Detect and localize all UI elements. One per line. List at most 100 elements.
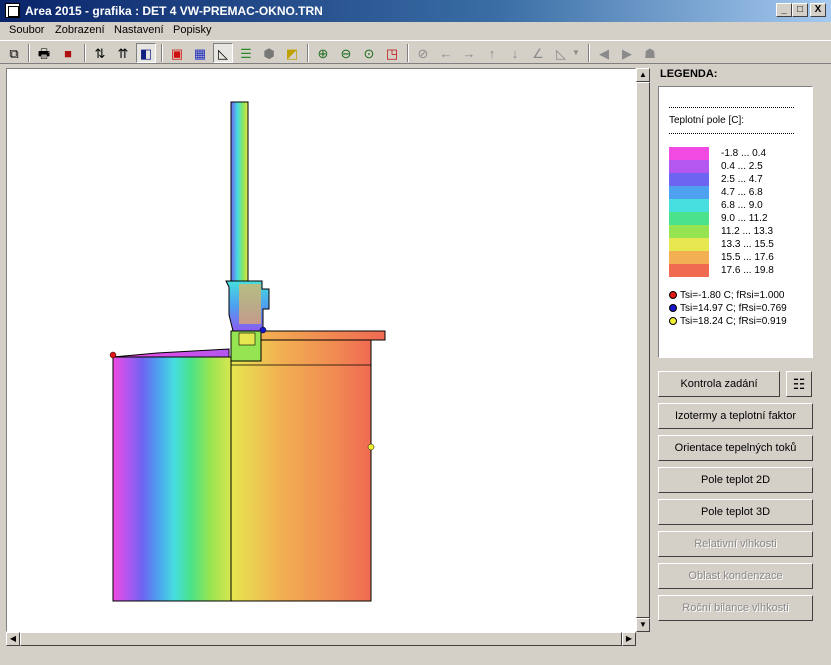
legend-divider <box>669 107 794 108</box>
frame-warm-zone <box>239 284 261 324</box>
minimize-button[interactable]: _ <box>776 3 792 17</box>
horizontal-scrollbar[interactable]: ◀ ▶ <box>6 632 636 646</box>
toolbar-separator <box>28 44 30 62</box>
glazing-pane <box>230 101 249 290</box>
legend-ranges: -1.8 ... 0.4 0.4 ... 2.5 2.5 ... 4.7 4.7… <box>721 147 811 277</box>
double-arrows-icon[interactable]: ⇈ <box>113 43 133 63</box>
dimension-icon[interactable]: ▣ <box>167 43 187 63</box>
triangle-tool-icon[interactable]: ◺ <box>213 43 233 63</box>
vertical-scrollbar[interactable]: ▲ ▼ <box>636 68 650 632</box>
point-text: Tsi=-1.80 C; fRsi=1.000 <box>680 290 785 301</box>
arrow-left-icon[interactable]: ← <box>436 43 456 63</box>
angle-tool-icon[interactable]: ◺ <box>551 43 571 63</box>
range-label: 11.2 ... 13.3 <box>721 226 774 237</box>
angle-icon[interactable]: ∠ <box>528 43 548 63</box>
orientace-toku-button[interactable]: Orientace tepelných toků <box>658 435 813 461</box>
range-label: 9.0 ... 11.2 <box>721 213 768 224</box>
list-settings-icon[interactable]: ☷ <box>786 371 812 397</box>
point-marker-blue[interactable] <box>259 326 267 334</box>
scroll-down-icon[interactable]: ▼ <box>636 618 650 632</box>
toolbar: ⧉ 🖶 ■ ⇅ ⇈ ◧ ▣ ▦ ◺ ☰ ⬢ ◩ ⊕ ⊖ ⊙ ◳ ⊘ ← → ↑ … <box>0 40 831 64</box>
cube-icon[interactable]: ◩ <box>282 43 302 63</box>
wall-exterior-layer <box>112 356 232 602</box>
close-button[interactable]: X <box>810 3 826 17</box>
exterior-ledge <box>112 348 230 358</box>
vertical-scroll-thumb[interactable] <box>636 82 650 618</box>
toolbar-separator <box>84 44 86 62</box>
ramp-swatch <box>669 199 709 212</box>
zoom-fit-icon[interactable]: ⊙ <box>359 43 379 63</box>
drawing-canvas[interactable] <box>6 68 636 632</box>
copy-icon[interactable]: ⧉ <box>4 43 24 63</box>
save-icon[interactable]: ■ <box>58 43 78 63</box>
print-icon[interactable]: 🖶 <box>34 43 54 63</box>
next-icon[interactable]: ▶ <box>617 43 637 63</box>
scroll-up-icon[interactable]: ▲ <box>636 68 650 82</box>
ramp-swatch <box>669 225 709 238</box>
point-legend-red: Tsi=-1.80 C; fRsi=1.000 <box>669 290 785 301</box>
range-label: 15.5 ... 17.6 <box>721 252 774 263</box>
shape-icon[interactable]: ⬢ <box>259 43 279 63</box>
oblast-kondenzace-button[interactable]: Oblast kondenzace <box>658 563 813 589</box>
section-view-icon[interactable]: ◧ <box>136 43 156 63</box>
grid-icon[interactable]: ▦ <box>190 43 210 63</box>
point-legend-blue: Tsi=14.97 C; fRsi=0.769 <box>669 303 787 314</box>
izotermy-button[interactable]: Izotermy a teplotní faktor <box>658 403 813 429</box>
wall-interior-layer <box>230 338 372 602</box>
layers-icon[interactable]: ☰ <box>236 43 256 63</box>
point-text: Tsi=14.97 C; fRsi=0.769 <box>680 303 787 314</box>
pole-teplot-3d-button[interactable]: Pole teplot 3D <box>658 499 813 525</box>
point-legend-yellow: Tsi=18.24 C; fRsi=0.919 <box>669 316 787 327</box>
pole-teplot-2d-button[interactable]: Pole teplot 2D <box>658 467 813 493</box>
app-icon[interactable] <box>5 3 20 18</box>
ramp-swatch <box>669 186 709 199</box>
zoom-in-icon[interactable]: ⊕ <box>313 43 333 63</box>
toolbar-separator <box>588 44 590 62</box>
blue-dot-icon <box>669 304 677 313</box>
legend-panel: Teplotní pole [C]: -1.8 ... 0.4 0.4 ... … <box>658 86 813 358</box>
menu-popisky[interactable]: Popisky <box>173 24 212 36</box>
yellow-dot-icon <box>669 317 677 326</box>
connection-detail <box>238 332 256 346</box>
range-label: 4.7 ... 6.8 <box>721 187 763 198</box>
zoom-out-icon[interactable]: ⊖ <box>336 43 356 63</box>
legend-heading: LEGENDA: <box>660 68 718 80</box>
ramp-swatch <box>669 251 709 264</box>
scroll-left-icon[interactable]: ◀ <box>6 632 20 646</box>
menu-zobrazeni[interactable]: Zobrazení <box>55 24 105 36</box>
chevron-down-icon[interactable]: ▼ <box>570 43 582 63</box>
legend-field-label: Teplotní pole [C]: <box>669 115 745 126</box>
range-label: -1.8 ... 0.4 <box>721 148 767 159</box>
arrow-right-icon[interactable]: → <box>459 43 479 63</box>
ramp-swatch <box>669 173 709 186</box>
person-icon[interactable]: ☗ <box>640 43 660 63</box>
horizontal-scroll-thumb[interactable] <box>20 632 622 646</box>
point-text: Tsi=18.24 C; fRsi=0.919 <box>680 316 787 327</box>
kontrola-zadani-button[interactable]: Kontrola zadání <box>658 371 780 397</box>
status-bar <box>0 649 831 665</box>
color-ramp <box>669 147 709 277</box>
ramp-swatch <box>669 238 709 251</box>
arrow-up-icon[interactable]: ↑ <box>482 43 502 63</box>
scroll-right-icon[interactable]: ▶ <box>622 632 636 646</box>
zoom-window-icon[interactable]: ◳ <box>382 43 402 63</box>
interior-sill <box>260 330 386 341</box>
maximize-button[interactable]: □ <box>792 3 808 17</box>
relativni-vlhkosti-button[interactable]: Relativní vlhkosti <box>658 531 813 557</box>
range-label: 0.4 ... 2.5 <box>721 161 763 172</box>
menu-bar: Soubor Zobrazení Nastavení Popisky <box>0 22 831 40</box>
flux-arrows-icon[interactable]: ⇅ <box>90 43 110 63</box>
point-marker-yellow[interactable] <box>367 443 375 451</box>
range-label: 13.3 ... 15.5 <box>721 239 774 250</box>
ramp-swatch <box>669 147 709 160</box>
previous-icon[interactable]: ◀ <box>594 43 614 63</box>
range-label: 17.6 ... 19.8 <box>721 265 774 276</box>
point-marker-red[interactable] <box>109 351 117 359</box>
window-title: Area 2015 - grafika : DET 4 VW-PREMAC-OK… <box>25 4 323 18</box>
menu-nastaveni[interactable]: Nastavení <box>114 24 164 36</box>
menu-soubor[interactable]: Soubor <box>9 24 44 36</box>
range-label: 2.5 ... 4.7 <box>721 174 763 185</box>
arrow-down-icon[interactable]: ↓ <box>505 43 525 63</box>
rotate-icon[interactable]: ⊘ <box>413 43 433 63</box>
rocni-bilance-button[interactable]: Roční bilance vlhkosti <box>658 595 813 621</box>
